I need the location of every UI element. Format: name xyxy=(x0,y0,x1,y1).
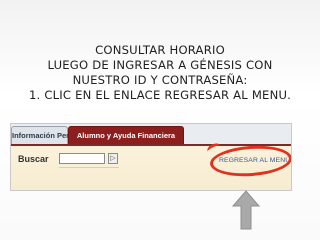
tab-student-financial-aid[interactable]: Alumno y Ayuda Financiera xyxy=(68,126,184,144)
embedded-screenshot: Información Personal Alumno y Ayuda Fina… xyxy=(10,123,292,191)
up-arrow-icon xyxy=(232,190,260,230)
tab-bar: Información Personal Alumno y Ayuda Fina… xyxy=(11,124,291,146)
slide: CONSULTAR HORARIO LUEGO DE INGRESAR A GÉ… xyxy=(0,0,320,240)
search-input[interactable] xyxy=(59,153,105,164)
instructions-text: CONSULTAR HORARIO LUEGO DE INGRESAR A GÉ… xyxy=(0,43,320,103)
instruction-line-3: NUESTRO ID Y CONTRASEÑA: xyxy=(72,73,248,87)
search-label: Buscar xyxy=(18,154,49,164)
instruction-line-4: 1. CLIC EN EL ENLACE REGRESAR AL MENU. xyxy=(28,88,292,102)
divider xyxy=(59,167,119,168)
search-go-button[interactable]: ▷ xyxy=(108,153,118,164)
tab-personal-info[interactable]: Información Personal xyxy=(11,126,89,144)
instruction-line-1: CONSULTAR HORARIO xyxy=(95,43,225,57)
instruction-line-2: LUEGO DE INGRESAR A GÉNESIS CON xyxy=(47,58,273,72)
